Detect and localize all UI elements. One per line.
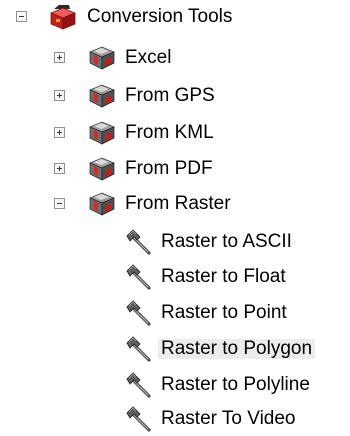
red-toolbox-icon xyxy=(49,4,77,30)
toolset-icon xyxy=(88,83,116,109)
expand-icon[interactable] xyxy=(54,127,65,138)
hammer-icon xyxy=(125,336,153,362)
tree-node-label: Excel xyxy=(125,47,172,68)
tool-label: Raster To Video xyxy=(161,408,296,429)
tree-node-label: From KML xyxy=(125,122,214,143)
expand-icon[interactable] xyxy=(54,52,65,63)
hammer-icon xyxy=(125,264,153,290)
toolset-icon xyxy=(88,156,116,182)
hammer-icon xyxy=(125,372,153,398)
toolset-icon xyxy=(88,120,116,146)
hammer-icon xyxy=(125,229,153,255)
tree-node-label: From Raster xyxy=(125,193,231,214)
hammer-icon xyxy=(125,300,153,326)
tool-label: Raster to Float xyxy=(161,266,286,287)
toolset-icon xyxy=(88,45,116,71)
expand-icon[interactable] xyxy=(54,90,65,101)
tool-label: Raster to ASCII xyxy=(161,231,292,252)
expand-icon[interactable] xyxy=(54,163,65,174)
tool-label: Raster to Point xyxy=(161,302,287,323)
tree-node-label: Conversion Tools xyxy=(87,6,233,27)
tree-node-label: From PDF xyxy=(125,158,213,179)
tree-node-label: From GPS xyxy=(125,85,215,106)
toolset-icon xyxy=(88,191,116,217)
tool-label: Raster to Polygon xyxy=(158,339,316,359)
hammer-icon xyxy=(125,406,153,432)
tool-label: Raster to Polyline xyxy=(161,374,310,395)
collapse-icon[interactable] xyxy=(16,11,27,22)
collapse-icon[interactable] xyxy=(54,198,65,209)
